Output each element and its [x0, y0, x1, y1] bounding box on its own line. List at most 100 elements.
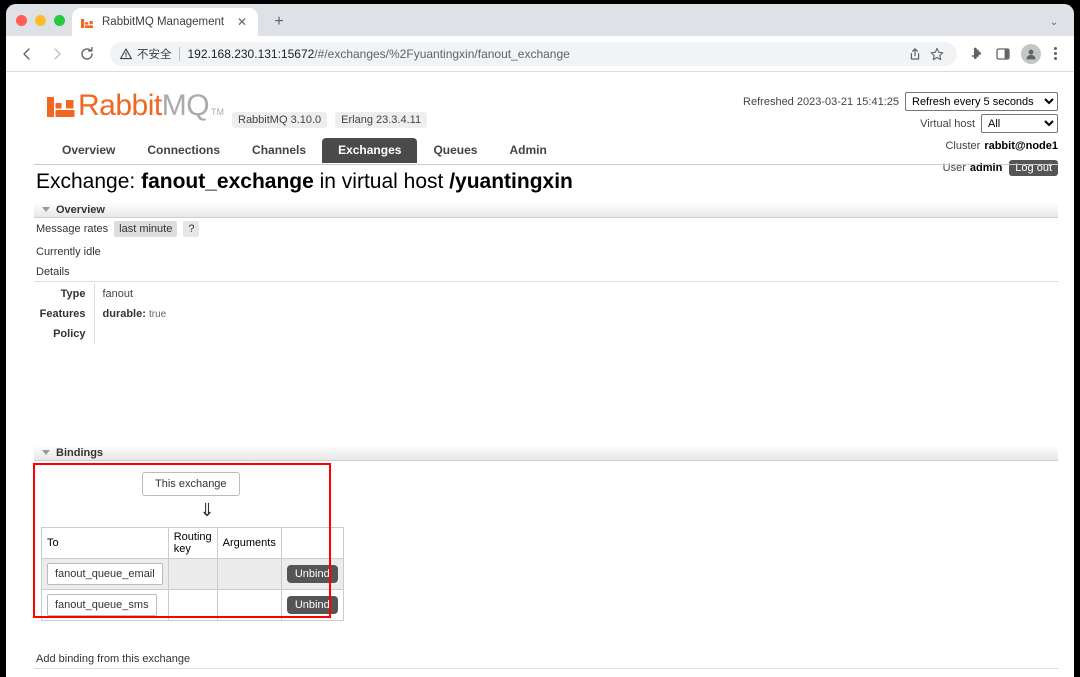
refresh-interval-select[interactable]: Refresh every 5 seconds [905, 92, 1058, 111]
feature-value: true [148, 309, 167, 320]
binding-action-cell: Unbind [280, 558, 344, 590]
chevron-down-icon[interactable]: ⌄ [1044, 12, 1064, 32]
logo-text-rabbit: Rabbit [78, 89, 162, 122]
page-title-vhost: /yuantingxin [449, 170, 573, 193]
binding-destination-cell: fanout_queue_email [41, 558, 169, 590]
queue-link-fanout-queue-sms[interactable]: fanout_queue_sms [47, 594, 157, 616]
tab-admin[interactable]: Admin [493, 138, 562, 163]
refreshed-timestamp: Refreshed 2023-03-21 15:41:25 [743, 95, 899, 108]
tab-exchanges[interactable]: Exchanges [322, 138, 418, 163]
page-viewport: Rabbit MQ TM RabbitMQ 3.10.0 Erlang 23.3… [6, 72, 1074, 677]
binding-arguments-cell [216, 589, 282, 621]
overview-section-header[interactable]: Overview [34, 202, 1058, 218]
bindings-header-row: To Routing key Arguments [41, 527, 344, 559]
erlang-version-badge: Erlang 23.3.4.11 [335, 112, 428, 128]
details-key-type: Type [36, 284, 95, 304]
queue-link-fanout-queue-email[interactable]: fanout_queue_email [47, 563, 163, 585]
collapse-triangle-icon [42, 207, 50, 212]
cluster-label: Cluster [945, 139, 981, 152]
virtual-host-select[interactable]: All [981, 114, 1058, 133]
details-row-type: Type fanout [36, 284, 166, 304]
window-controls [16, 15, 65, 26]
side-panel-icon[interactable] [991, 42, 1015, 66]
message-rates-period-chip[interactable]: last minute [114, 221, 178, 237]
close-window-button[interactable] [16, 15, 27, 26]
forward-button[interactable] [44, 41, 70, 67]
details-key-features: Features [36, 304, 95, 324]
minimize-window-button[interactable] [35, 15, 46, 26]
tab-channels[interactable]: Channels [236, 138, 322, 163]
details-value-features: durable: true [94, 304, 167, 324]
unbind-button[interactable]: Unbind [286, 565, 338, 583]
rabbitmq-management-app: Rabbit MQ TM RabbitMQ 3.10.0 Erlang 23.3… [33, 90, 1058, 669]
browser-tab[interactable]: RabbitMQ Management ✕ [72, 8, 258, 36]
maximize-window-button[interactable] [54, 15, 65, 26]
details-table: Type fanout Features durable: true Polic… [36, 284, 166, 344]
page-title-prefix: Exchange: [36, 170, 142, 193]
omnibox-divider [178, 46, 180, 61]
new-tab-button[interactable]: + [268, 11, 290, 33]
details-row-features: Features durable: true [36, 304, 166, 324]
message-rates-row: Message rates last minute ? [36, 221, 200, 237]
share-icon[interactable] [905, 44, 925, 64]
cluster-name: rabbit@node1 [984, 139, 1058, 152]
bindings-col-arguments: Arguments [216, 527, 282, 559]
details-value-type: fanout [102, 288, 134, 300]
binding-arrow-icon: ⇓ [199, 499, 215, 520]
rabbitmq-logo[interactable]: Rabbit MQ TM [46, 90, 224, 121]
rabbitmq-version-badge: RabbitMQ 3.10.0 [232, 112, 328, 128]
binding-routing-key-cell [167, 558, 218, 590]
details-value-policy [94, 324, 166, 344]
url-host: 192.168.230.131:15672 [187, 46, 315, 61]
security-status-label: 不安全 [137, 48, 172, 61]
close-tab-icon[interactable]: ✕ [234, 14, 250, 30]
status-text: Currently idle [36, 246, 101, 258]
add-binding-divider [34, 668, 1058, 669]
bookmark-star-icon[interactable] [927, 44, 947, 64]
tab-queues[interactable]: Queues [417, 138, 493, 163]
binding-action-cell: Unbind [280, 589, 344, 621]
kebab-menu-icon[interactable] [1044, 42, 1066, 66]
browser-toolbar: 不安全 192.168.230.131:15672/#/exchanges/%2… [6, 36, 1074, 72]
profile-avatar-icon[interactable] [1021, 43, 1041, 64]
logo-text-mq: MQ [161, 89, 210, 122]
bindings-section-title: Bindings [56, 446, 104, 459]
details-key-policy: Policy [36, 324, 95, 344]
binding-destination-cell: fanout_queue_sms [41, 589, 169, 621]
bindings-table: To Routing key Arguments fanout_queue_em… [41, 527, 344, 621]
log-out-button[interactable]: Log out [1009, 159, 1058, 176]
this-exchange-node: This exchange [142, 472, 240, 496]
refresh-row: Refreshed 2023-03-21 15:41:25 Refresh ev… [743, 92, 1058, 111]
bindings-col-routing-key: Routing key [167, 527, 218, 559]
user-row: User admin Log out [743, 158, 1058, 177]
binding-arguments-cell [216, 558, 282, 590]
virtual-host-label: Virtual host [920, 117, 975, 130]
page-title-middle: in virtual host [313, 170, 450, 193]
vhost-row: Virtual host All [743, 114, 1058, 133]
table-row: fanout_queue_sms Unbind [41, 589, 344, 621]
omnibox-actions [899, 44, 947, 64]
help-icon[interactable]: ? [183, 221, 200, 237]
feature-key: durable: [102, 308, 146, 320]
tab-strip: RabbitMQ Management ✕ + ⌄ [6, 4, 1074, 36]
reload-button[interactable] [74, 41, 100, 67]
header-controls: Refreshed 2023-03-21 15:41:25 Refresh ev… [743, 92, 1058, 180]
bindings-section-header[interactable]: Bindings [34, 445, 1058, 461]
tab-connections[interactable]: Connections [131, 138, 236, 163]
back-button[interactable] [14, 41, 40, 67]
not-secure-warning-icon [120, 47, 132, 60]
extensions-puzzle-icon[interactable] [965, 42, 989, 66]
rabbitmq-favicon-icon [80, 15, 94, 29]
url-path: /#/exchanges/%2Fyuantingxin/fanout_excha… [314, 46, 570, 61]
tab-overview[interactable]: Overview [46, 138, 131, 163]
page-title: Exchange: fanout_exchange in virtual hos… [36, 170, 573, 194]
logo-trademark: TM [211, 107, 225, 117]
address-bar[interactable]: 不安全 192.168.230.131:15672/#/exchanges/%2… [110, 41, 957, 66]
unbind-button[interactable]: Unbind [286, 596, 338, 614]
browser-window: RabbitMQ Management ✕ + ⌄ 不安全 192.168.23… [6, 4, 1074, 677]
collapse-triangle-icon [42, 450, 50, 455]
overview-section-title: Overview [56, 203, 105, 216]
details-divider [34, 281, 1058, 282]
add-binding-label: Add binding from this exchange [36, 653, 191, 665]
app-header: Rabbit MQ TM RabbitMQ 3.10.0 Erlang 23.3… [34, 90, 1058, 176]
